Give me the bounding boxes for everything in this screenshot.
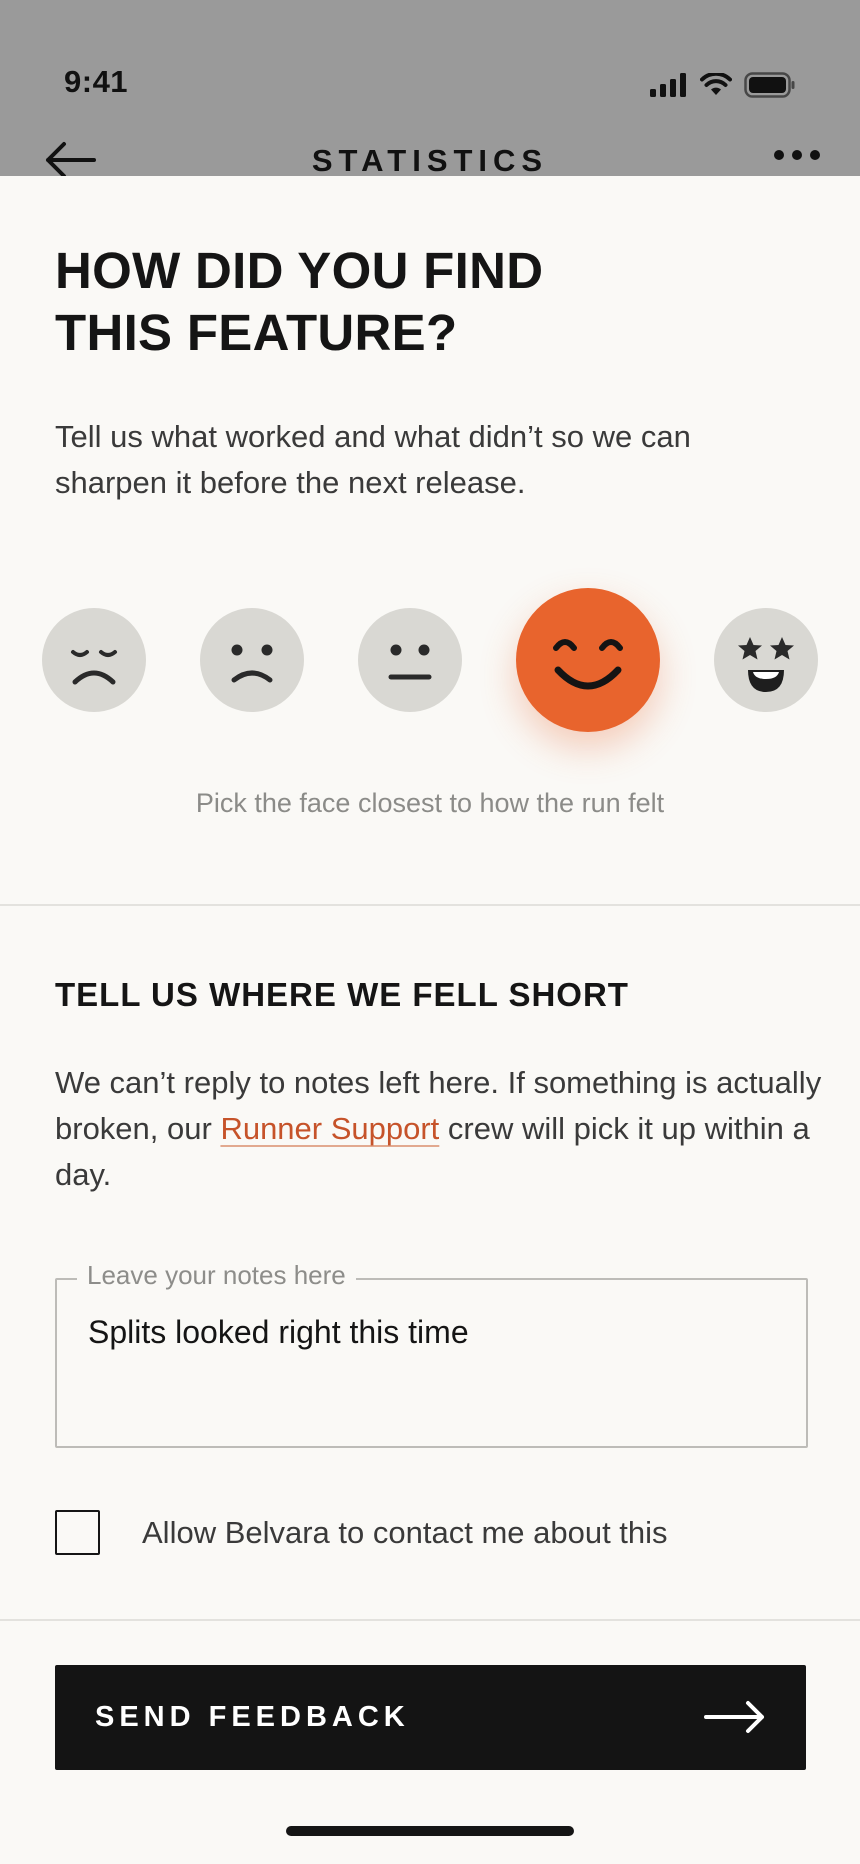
star-eyes-face-icon [738, 637, 794, 692]
sheet-title: HOW DID YOU FIND THIS FEATURE? [55, 242, 544, 361]
send-feedback-button[interactable]: SEND FEEDBACK [55, 1665, 806, 1770]
very-sad-face-icon [71, 650, 117, 685]
footer-divider [0, 1619, 860, 1621]
send-feedback-label: SEND FEEDBACK [95, 1701, 410, 1733]
notes-value[interactable]: Splits looked right this time [88, 1314, 469, 1351]
face-neutral-button[interactable] [358, 608, 462, 712]
home-indicator [286, 1826, 574, 1836]
notes-label: Leave your notes here [77, 1260, 356, 1291]
face-very-sad-button[interactable] [42, 608, 146, 712]
sheet-intro: Tell us what worked and what didn’t so w… [55, 419, 691, 500]
runner-support-link[interactable]: Runner Support [220, 1111, 439, 1146]
cellular-signal-icon [650, 73, 686, 97]
face-sad-button[interactable] [200, 608, 304, 712]
notes-textarea[interactable]: Leave your notes here Splits looked righ… [55, 1260, 808, 1448]
happy-face-icon [553, 639, 623, 690]
sad-face-icon [231, 644, 273, 683]
face-happy-button[interactable] [516, 588, 660, 732]
section-body: We can’t reply to notes left here. If so… [55, 1065, 822, 1192]
contact-opt-in-row[interactable]: Allow Belvara to contact me about this [55, 1510, 668, 1555]
battery-icon [744, 72, 795, 98]
neutral-face-icon [388, 644, 432, 680]
rating-faces [0, 580, 860, 732]
status-time: 9:41 [64, 64, 129, 99]
status-icons [650, 72, 796, 98]
face-very-happy-button[interactable] [714, 608, 818, 712]
more-options-icon[interactable] [774, 150, 820, 160]
rating-hint: Pick the face closest to how the run fel… [195, 788, 665, 818]
section-divider [0, 904, 860, 906]
section-title: TELL US WHERE WE FELL SHORT [55, 976, 629, 1013]
feedback-sheet: HOW DID YOU FIND THIS FEATURE? Tell us w… [0, 176, 860, 1864]
nav-title: STATISTICS [311, 143, 549, 178]
wifi-icon [700, 73, 732, 95]
contact-opt-in-label[interactable]: Allow Belvara to contact me about this [142, 1515, 668, 1551]
contact-opt-in-checkbox[interactable] [55, 1510, 100, 1555]
arrow-right-icon [704, 1701, 764, 1733]
